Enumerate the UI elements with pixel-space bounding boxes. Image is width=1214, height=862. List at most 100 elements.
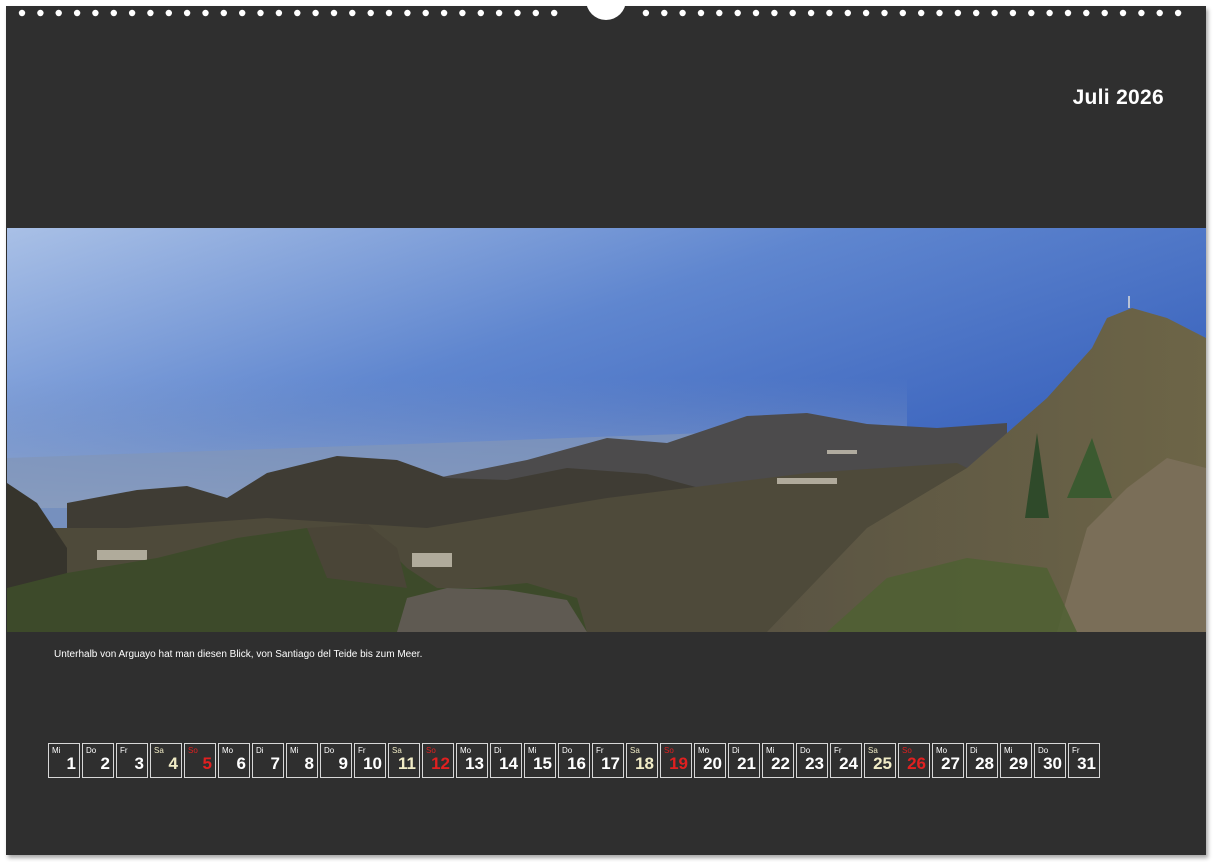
day-number: 24 bbox=[839, 754, 858, 773]
day-number: 3 bbox=[134, 754, 144, 773]
binding-hole bbox=[495, 9, 503, 17]
binding-hole bbox=[385, 9, 393, 17]
day-cell: Do 23 bbox=[796, 743, 828, 778]
binding-hole bbox=[367, 9, 374, 17]
binding-hole bbox=[936, 9, 943, 17]
binding-hole bbox=[1101, 9, 1108, 17]
day-number: 16 bbox=[567, 754, 586, 773]
day-cell: Mo 13 bbox=[456, 743, 488, 778]
day-cell: Di 28 bbox=[966, 743, 998, 778]
binding-hole bbox=[147, 9, 154, 17]
binding-hole bbox=[1064, 9, 1072, 17]
binding-hole bbox=[991, 9, 998, 17]
day-number: 23 bbox=[805, 754, 824, 773]
day-number: 13 bbox=[465, 754, 484, 773]
day-cell: Fr 24 bbox=[830, 743, 862, 778]
binding-hole bbox=[844, 9, 851, 17]
binding-hole bbox=[165, 9, 172, 17]
day-weekday: Do bbox=[324, 746, 335, 755]
binding-hole bbox=[110, 9, 118, 17]
day-number: 5 bbox=[202, 754, 212, 773]
day-cell: So 19 bbox=[660, 743, 692, 778]
hanger-notch bbox=[586, 0, 626, 20]
binding-hole bbox=[862, 9, 870, 17]
day-number: 11 bbox=[398, 754, 416, 773]
binding-hole bbox=[294, 9, 301, 17]
binding-hole bbox=[220, 9, 227, 17]
binding-hole bbox=[697, 9, 705, 17]
binding-hole bbox=[734, 9, 741, 17]
day-cell: Sa 4 bbox=[150, 743, 182, 778]
day-number: 22 bbox=[771, 754, 790, 773]
day-cell: Di 14 bbox=[490, 743, 522, 778]
binding-hole bbox=[440, 9, 448, 17]
day-number: 31 bbox=[1077, 754, 1096, 773]
day-number: 18 bbox=[635, 754, 654, 773]
day-number: 20 bbox=[703, 754, 722, 773]
day-cell: Do 9 bbox=[320, 743, 352, 778]
spiral-binding bbox=[18, 0, 1182, 20]
day-number: 7 bbox=[270, 754, 280, 773]
day-weekday: So bbox=[188, 746, 198, 755]
day-weekday: Mo bbox=[222, 746, 234, 755]
day-cell: Mi 29 bbox=[1000, 743, 1032, 778]
day-cell: Mo 6 bbox=[218, 743, 250, 778]
binding-hole bbox=[330, 9, 338, 17]
binding-hole bbox=[92, 9, 99, 17]
day-cell: Sa 25 bbox=[864, 743, 896, 778]
day-cell: Fr 3 bbox=[116, 743, 148, 778]
day-cell: Fr 10 bbox=[354, 743, 386, 778]
binding-hole bbox=[551, 9, 558, 17]
binding-hole bbox=[1156, 9, 1163, 17]
day-weekday: Mi bbox=[52, 746, 61, 755]
day-number: 30 bbox=[1043, 754, 1062, 773]
binding-hole bbox=[899, 9, 906, 17]
binding-hole bbox=[349, 9, 356, 17]
day-cell: Di 7 bbox=[252, 743, 284, 778]
day-cell: Mi 8 bbox=[286, 743, 318, 778]
binding-hole bbox=[661, 9, 668, 17]
day-cell: Di 21 bbox=[728, 743, 760, 778]
binding-hole bbox=[826, 9, 833, 17]
binding-hole bbox=[128, 9, 136, 17]
day-number: 21 bbox=[737, 754, 756, 773]
day-number: 6 bbox=[236, 754, 246, 773]
day-weekday: Di bbox=[256, 746, 264, 755]
binding-hole bbox=[422, 9, 429, 17]
binding-hole bbox=[881, 9, 888, 17]
binding-hole bbox=[1119, 9, 1127, 17]
binding-hole bbox=[37, 9, 44, 17]
day-cell: Do 2 bbox=[82, 743, 114, 778]
day-weekday: Sa bbox=[154, 746, 164, 755]
binding-hole bbox=[257, 9, 264, 17]
day-number: 17 bbox=[601, 754, 620, 773]
binding-hole bbox=[73, 9, 81, 17]
binding-hole bbox=[239, 9, 246, 17]
day-cell: Mo 27 bbox=[932, 743, 964, 778]
day-number: 27 bbox=[941, 754, 960, 773]
binding-hole bbox=[18, 9, 26, 17]
day-number: 19 bbox=[669, 754, 688, 773]
day-cell: Do 16 bbox=[558, 743, 590, 778]
day-number: 12 bbox=[431, 754, 450, 773]
day-number: 15 bbox=[533, 754, 552, 773]
day-strip: Mi 1 Do 2 Fr 3 Sa 4 So 5 Mo 6 Di 7 Mi 8 Do 9 Fr 10 Sa 11 So 12 M… bbox=[48, 743, 1100, 778]
binding-hole bbox=[477, 9, 484, 17]
binding-hole bbox=[1138, 9, 1145, 17]
photo-caption: Unterhalb von Arguayo hat man diesen Bli… bbox=[54, 649, 423, 660]
day-cell: Mi 1 bbox=[48, 743, 80, 778]
binding-hole bbox=[679, 9, 686, 17]
day-cell: Fr 31 bbox=[1068, 743, 1100, 778]
binding-hole bbox=[642, 9, 650, 17]
binding-hole bbox=[532, 9, 539, 17]
binding-hole bbox=[514, 9, 521, 17]
binding-hole bbox=[973, 9, 980, 17]
day-weekday: Do bbox=[86, 746, 97, 755]
binding-hole bbox=[1174, 9, 1182, 17]
day-number: 1 bbox=[66, 754, 76, 773]
day-number: 29 bbox=[1009, 754, 1028, 773]
day-number: 14 bbox=[499, 754, 518, 773]
day-cell: Fr 17 bbox=[592, 743, 624, 778]
day-number: 8 bbox=[304, 754, 314, 773]
day-cell: So 26 bbox=[898, 743, 930, 778]
